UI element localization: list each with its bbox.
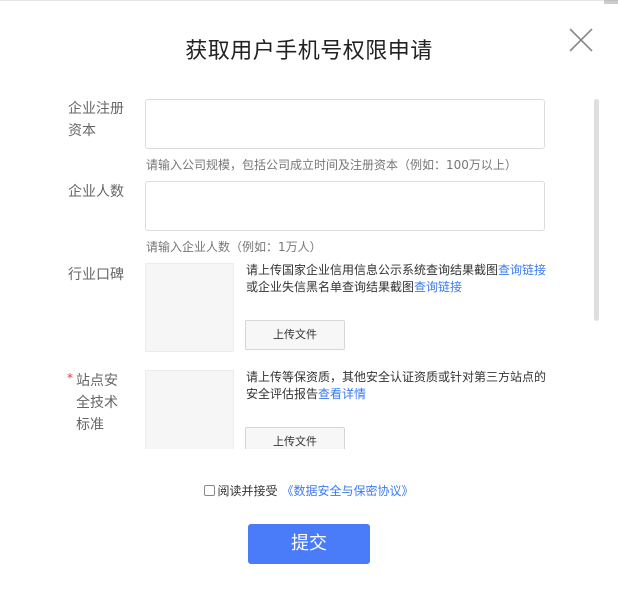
industry-reputation-label: 行业口碑 [68,267,124,283]
site-security-preview [145,370,234,449]
employee-count-input[interactable] [145,181,545,231]
industry-reputation-preview [145,263,234,352]
agreement-checkbox[interactable] [204,485,216,496]
agreement-link[interactable]: 《数据安全与保密协议》 [282,484,414,498]
credit-query-link[interactable]: 查询链接 [498,263,546,277]
site-security-label: * 站点安全技术标准 [67,370,136,436]
blacklist-query-link[interactable]: 查询链接 [414,280,462,294]
employee-count-label: 企业人数 [68,184,124,200]
top-border [0,0,618,1]
scrollbar-thumb[interactable] [594,99,599,321]
background-window-edge [604,0,618,4]
form-scroll-area: 企业注册资本 请输入公司规模，包括公司成立时间及注册资本（例如：100万以上） … [0,90,618,449]
employee-count-hint: 请输入企业人数（例如：1万人） [146,240,322,254]
registered-capital-input[interactable] [145,99,545,149]
site-security-desc: 请上传等保资质，其他安全认证资质或针对第三方站点的安全评估报告 [246,370,547,401]
agreement-row: 阅读并接受 《数据安全与保密协议》 [0,482,618,499]
site-security-upload-button[interactable]: 上传文件 [245,427,345,449]
dialog-title: 获取用户手机号权限申请 [185,39,433,64]
industry-reputation-desc-1: 请上传国家企业信用信息公示系统查询结果截图 [246,263,499,277]
industry-reputation-desc-2: 或企业失信黑名单查询结果截图 [246,280,415,294]
industry-reputation-upload-button[interactable]: 上传文件 [245,320,345,350]
view-details-link[interactable]: 查看详情 [318,387,366,401]
site-security-description: 请上传等保资质，其他安全认证资质或针对第三方站点的安全评估报告查看详情 [246,369,556,403]
submit-button[interactable]: 提交 [248,524,370,564]
site-security-label-text: 站点安全技术标准 [76,373,118,433]
registered-capital-hint: 请输入公司规模，包括公司成立时间及注册资本（例如：100万以上） [146,158,517,172]
registered-capital-label: 企业注册资本 [68,101,124,139]
required-mark: * [67,371,73,385]
close-x-icon [569,28,593,52]
agreement-text: 阅读并接受 [217,484,278,498]
industry-reputation-description: 请上传国家企业信用信息公示系统查询结果截图查询链接 或企业失信黑名单查询结果截图… [246,262,556,296]
close-button[interactable] [569,28,593,52]
